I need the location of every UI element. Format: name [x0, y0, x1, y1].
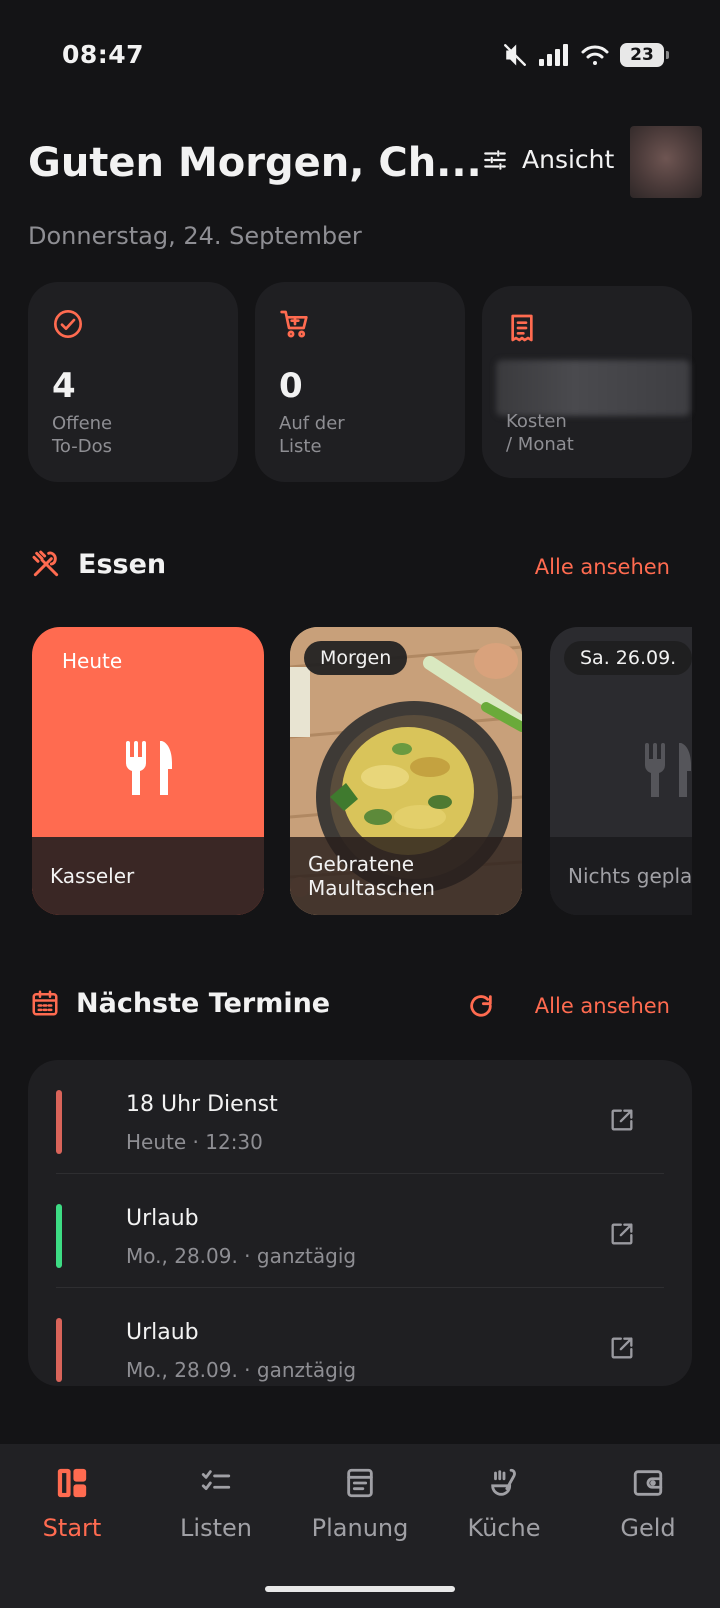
open-external-icon[interactable] [608, 1220, 636, 1248]
appointments-see-all-link[interactable]: Alle ansehen [535, 994, 670, 1018]
nav-planung[interactable]: Planung [288, 1466, 432, 1542]
dashboard-icon [57, 1468, 87, 1498]
battery-indicator: 23 [620, 43, 669, 67]
meal-day-pill: Sa. 26.09. [564, 641, 692, 675]
appointment-title: 18 Uhr Dienst [126, 1092, 278, 1117]
greeting-title: Guten Morgen, Ch... [28, 140, 482, 186]
appointment-time: Mo., 28.09. · ganztägig [126, 1358, 357, 1382]
stat-card-costs[interactable]: Kosten / Monat [482, 286, 692, 478]
open-external-icon[interactable] [608, 1106, 636, 1134]
stat-value: 4 [52, 366, 76, 406]
stat-card-shopping[interactable]: 0 Auf der Liste [255, 282, 465, 482]
blurred-value [496, 360, 690, 416]
fork-knife-icon [125, 741, 172, 795]
fork-knife-icon [644, 743, 691, 797]
appointment-item[interactable]: Urlaub Mo., 28.09. · ganztägig [28, 1174, 692, 1288]
meal-day-pill: Morgen [304, 641, 408, 675]
stat-value: 0 [279, 366, 303, 406]
appointment-time: Heute · 12:30 [126, 1130, 263, 1154]
wallet-icon [633, 1470, 663, 1496]
cutlery-cross-icon [32, 550, 59, 577]
receipt-icon [511, 314, 533, 342]
meal-day: Heute [62, 649, 123, 673]
appointment-item[interactable]: 18 Uhr Dienst Heute · 12:30 [28, 1060, 692, 1174]
nav-start[interactable]: Start [0, 1466, 144, 1542]
calendar-icon [32, 990, 58, 1016]
wifi-icon [581, 45, 609, 65]
appointments-section-title: Nächste Termine [30, 987, 330, 1019]
appointment-time: Mo., 28.09. · ganztägig [126, 1244, 357, 1268]
stat-label: Auf der Liste [279, 413, 345, 457]
current-date: Donnerstag, 24. September [28, 222, 362, 250]
open-external-icon[interactable] [608, 1334, 636, 1362]
appointment-title: Urlaub [126, 1320, 199, 1345]
refresh-icon[interactable] [467, 992, 495, 1020]
stat-card-todos[interactable]: 4 Offene To-Dos [28, 282, 238, 482]
avatar[interactable] [630, 126, 702, 198]
meals-see-all-link[interactable]: Alle ansehen [535, 555, 670, 579]
nav-geld[interactable]: Geld [576, 1466, 720, 1542]
meal-name: Nichts geplant [550, 837, 692, 915]
appointment-color-bar [56, 1318, 62, 1382]
appointments-list: 18 Uhr Dienst Heute · 12:30 Urlaub Mo., … [28, 1060, 692, 1386]
meals-section-title: Essen [30, 548, 166, 580]
signal-icon [539, 44, 568, 66]
meal-card-tomorrow[interactable]: Morgen Gebratene Maultaschen [290, 627, 522, 915]
appointment-color-bar [56, 1204, 62, 1268]
stat-label: Offene To-Dos [52, 413, 113, 457]
ladle-icon [491, 1468, 516, 1496]
meal-card-saturday[interactable]: Sa. 26.09. Nichts geplant [550, 627, 692, 915]
cart-icon [280, 310, 308, 338]
nav-listen[interactable]: Listen [144, 1466, 288, 1542]
meal-card-today[interactable]: Heute Kasseler [32, 627, 264, 915]
view-button-label: Ansicht [522, 145, 615, 174]
bottom-navigation: Start Listen Planung Küche Geld [0, 1444, 720, 1608]
meal-name: Kasseler [32, 837, 264, 915]
meal-card-clip: Sa. 26.09. Nichts geplant [550, 627, 692, 915]
planner-icon [347, 1468, 373, 1498]
status-time: 08:47 [62, 40, 145, 69]
sliders-icon [484, 149, 506, 170]
appointment-title: Urlaub [126, 1206, 199, 1231]
stat-label: Kosten / Monat [506, 411, 574, 455]
mute-icon [504, 44, 526, 66]
view-button[interactable]: Ansicht [482, 145, 614, 174]
check-circle-icon [54, 310, 82, 338]
appointment-item[interactable]: Urlaub Mo., 28.09. · ganztägig [28, 1288, 692, 1386]
appointment-color-bar [56, 1090, 62, 1154]
meal-name: Gebratene Maultaschen [290, 837, 522, 915]
home-indicator[interactable] [265, 1586, 455, 1592]
nav-kueche[interactable]: Küche [432, 1466, 576, 1542]
status-icons: 23 [502, 42, 669, 68]
checklist-icon [201, 1470, 231, 1491]
